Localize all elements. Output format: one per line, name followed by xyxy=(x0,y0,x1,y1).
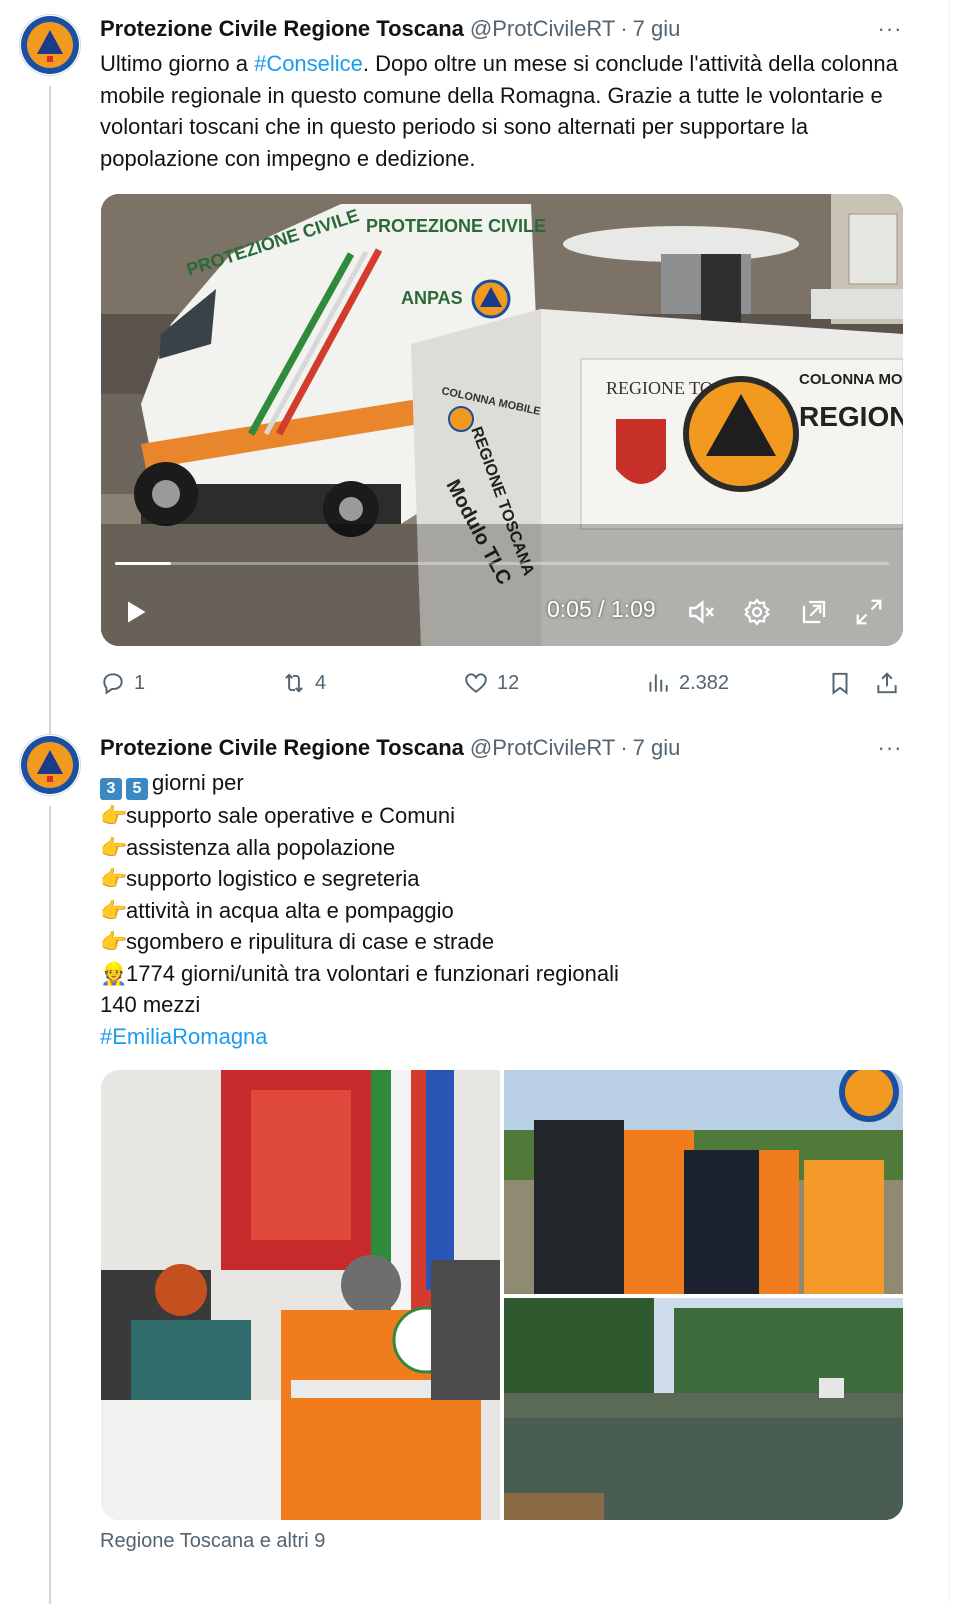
van-rear-label: PROTEZIONE CIVILE xyxy=(366,216,546,236)
tweet-line: 👉sgombero e ripulitura di case e strade xyxy=(100,926,910,958)
tweet-text: Ultimo giorno a #Conselice. Dopo oltre u… xyxy=(100,48,910,174)
tweet-line: #EmiliaRomagna xyxy=(100,1021,910,1053)
tweet-line-text: supporto logistico e segreteria xyxy=(126,866,420,891)
separator-dot: · xyxy=(620,735,628,760)
tweet-action-bar: 1 4 12 2.382 xyxy=(100,666,906,700)
views-button[interactable]: 2.382 xyxy=(645,666,729,700)
settings-button[interactable] xyxy=(737,592,777,632)
video-frame: PROTEZIONE CIVILE PROTEZIONE CIVILE ANPA… xyxy=(101,194,903,646)
timeline-divider xyxy=(949,0,950,1604)
tweet-header: Protezione Civile Regione Toscana @ProtC… xyxy=(100,733,680,763)
video-progress-bar[interactable] xyxy=(115,562,889,565)
fullscreen-icon xyxy=(856,599,882,625)
pointing-hand-icon: 👉 xyxy=(100,929,128,954)
tweet-line-text: assistenza alla popolazione xyxy=(126,834,396,860)
video-player[interactable]: PROTEZIONE CIVILE PROTEZIONE CIVILE ANPA… xyxy=(101,194,903,646)
share-icon xyxy=(877,672,897,694)
tweet-line-text: attività in acqua alta e pompaggio xyxy=(126,897,454,923)
tweet-line: 140 mezzi xyxy=(100,989,910,1021)
photo-meeting-room-image xyxy=(101,1070,500,1520)
fullscreen-button[interactable] xyxy=(849,592,889,632)
hashtag-link[interactable]: #Conselice xyxy=(254,51,363,76)
separator-dot: · xyxy=(620,16,628,41)
tweet-text-part: Ultimo giorno a xyxy=(100,51,255,76)
bookmark-icon xyxy=(832,672,848,695)
construction-worker-icon: 👷 xyxy=(100,960,128,986)
mute-icon xyxy=(689,600,714,624)
tweet-line: 3 5 giorni per xyxy=(100,767,910,800)
photo-meeting-room[interactable] xyxy=(101,1070,500,1520)
thread-connector-line xyxy=(49,806,51,1604)
media-grid xyxy=(101,1070,903,1520)
tweet-line: 👉attività in acqua alta e pompaggio xyxy=(100,895,910,927)
view-count: 2.382 xyxy=(679,671,730,694)
tweet-line-text: giorni per xyxy=(152,770,244,795)
retweet-count: 4 xyxy=(315,671,327,694)
pointing-hand-icon: 👉 xyxy=(100,803,128,828)
tagged-users-link[interactable]: Regione Toscana e altri 9 xyxy=(100,1530,325,1553)
play-button[interactable] xyxy=(117,592,153,632)
author-handle[interactable]: @ProtCivileRT xyxy=(470,735,615,761)
more-options-button[interactable]: ··· xyxy=(875,733,905,763)
author-name[interactable]: Protezione Civile Regione Toscana xyxy=(100,16,464,42)
bookmark-button[interactable] xyxy=(827,666,853,700)
play-icon xyxy=(128,601,146,623)
like-count: 12 xyxy=(497,671,520,694)
picture-in-picture-button[interactable] xyxy=(794,592,834,632)
photo-flooded-street-image xyxy=(504,1298,903,1520)
keycap-5-icon: 5 xyxy=(126,778,148,800)
tweet-line: 👉assistenza alla popolazione xyxy=(100,832,910,864)
thread-connector-line xyxy=(49,86,51,746)
panel-regione-label: REGIONE TOSCANA xyxy=(799,401,903,432)
share-button[interactable] xyxy=(874,666,900,700)
panel-colonna-label: COLONNA MOBILE xyxy=(799,371,903,388)
retweet-icon xyxy=(285,673,303,693)
van-brand-label: ANPAS xyxy=(401,288,463,308)
more-options-button[interactable]: ··· xyxy=(875,14,905,44)
settings-icon xyxy=(744,598,770,626)
pointing-hand-icon: 👉 xyxy=(100,866,128,891)
civil-protection-logo-icon xyxy=(21,736,79,794)
author-handle[interactable]: @ProtCivileRT xyxy=(470,16,615,42)
photo-flooded-street[interactable] xyxy=(504,1298,903,1520)
keycap-3-icon: 3 xyxy=(100,778,122,800)
tweet-line-text: supporto sale operative e Comuni xyxy=(126,803,455,828)
like-button[interactable]: 12 xyxy=(463,666,519,700)
tweet-timestamp[interactable]: 7 giu xyxy=(633,735,681,761)
mute-button[interactable] xyxy=(681,592,721,632)
tweet-line: 👷1774 giorni/unità tra volontari e funzi… xyxy=(100,958,910,990)
author-avatar[interactable] xyxy=(19,734,81,796)
author-avatar[interactable] xyxy=(19,14,81,76)
tweet-line: 👉supporto logistico e segreteria xyxy=(100,863,910,895)
photo-flood-team[interactable] xyxy=(504,1070,903,1294)
tweet-text: 3 5 giorni per 👉supporto sale operative e … xyxy=(100,767,910,1052)
hashtag-link[interactable]: #EmiliaRomagna xyxy=(100,1024,268,1049)
views-icon xyxy=(649,674,668,692)
more-icon: ··· xyxy=(877,735,903,760)
author-name[interactable]: Protezione Civile Regione Toscana xyxy=(100,735,464,761)
tweet-line: 👉supporto sale operative e Comuni xyxy=(100,800,910,832)
reply-icon xyxy=(103,673,123,695)
pointing-hand-icon: 👉 xyxy=(100,834,128,860)
tweet-line-text: 140 mezzi xyxy=(100,992,201,1017)
tweet-line-text: 1774 giorni/unità tra volontari e funzio… xyxy=(126,960,619,986)
tweet-line-text: sgombero e ripulitura di case e strade xyxy=(126,929,495,954)
video-progress-fill xyxy=(115,562,171,565)
video-time: 0:05 / 1:09 xyxy=(547,596,656,622)
reply-count: 1 xyxy=(134,671,146,694)
tweet-header: Protezione Civile Regione Toscana @ProtC… xyxy=(100,14,680,44)
retweet-button[interactable]: 4 xyxy=(281,666,326,700)
more-icon: ··· xyxy=(877,16,903,41)
photo-flood-team-image xyxy=(504,1070,903,1294)
pip-icon xyxy=(802,600,826,624)
like-icon xyxy=(465,673,487,693)
tweet-timestamp[interactable]: 7 giu xyxy=(633,16,681,42)
reply-button[interactable]: 1 xyxy=(100,666,145,700)
pointing-hand-icon: 👉 xyxy=(100,897,128,923)
civil-protection-logo-icon xyxy=(21,16,79,74)
